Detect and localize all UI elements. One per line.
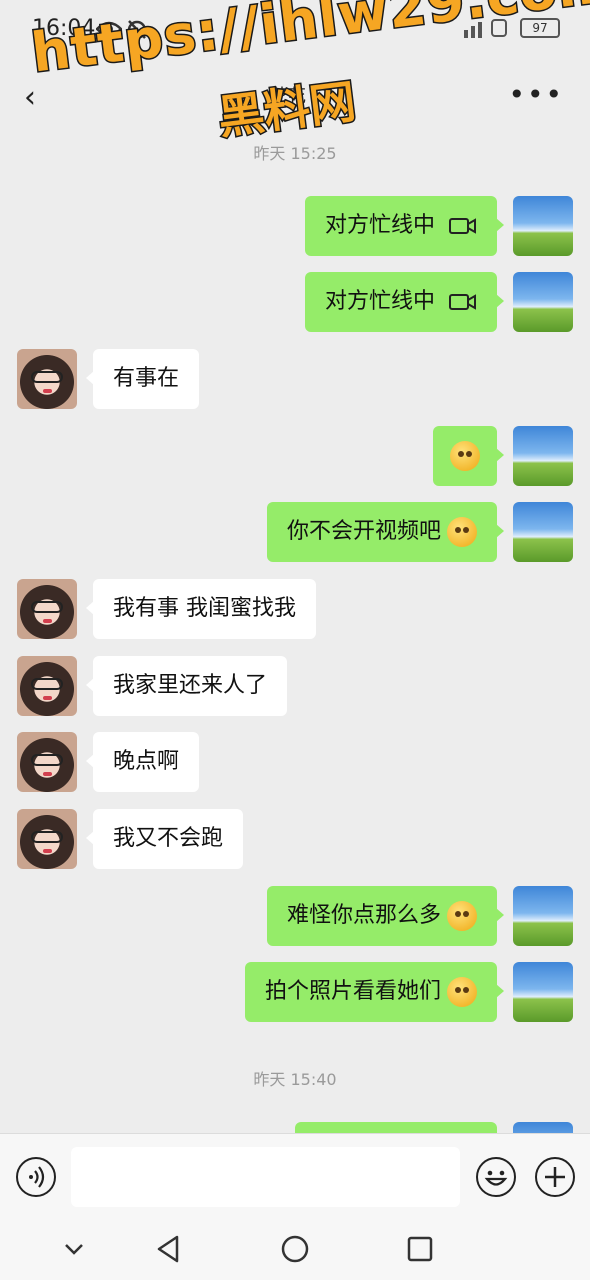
message-text: 拍个照片看看她们 (264, 979, 441, 1004)
message-bubble[interactable] (295, 1122, 497, 1133)
message-incoming: 有事在 (0, 349, 590, 409)
avatar[interactable] (17, 349, 77, 409)
timestamp: 昨天 15:25 (253, 144, 337, 163)
nav-home-icon[interactable] (279, 1233, 311, 1265)
message-incoming: 我有事 我闺蜜找我 (0, 579, 590, 639)
message-text: 对方忙线中 (324, 213, 435, 238)
message-bubble[interactable]: 我又不会跑 (85, 809, 244, 869)
message-bubble[interactable]: 对方忙线中 (304, 272, 505, 332)
message-outgoing: 难怪你点那么多 (0, 886, 590, 946)
message-outgoing: 拍个照片看看她们 (0, 962, 590, 1022)
message-text: 你不会开视频吧 (286, 519, 441, 544)
timestamp: 昨天 15:40 (253, 1070, 337, 1089)
message-bubble[interactable]: 对方忙线中 (304, 196, 505, 256)
message-text: 对方忙线中 (324, 289, 435, 314)
message-text: 我有事 我闺蜜找我 (113, 596, 296, 621)
emoji-icon (447, 977, 477, 1007)
avatar[interactable] (17, 732, 77, 792)
nav-recents-icon[interactable] (404, 1233, 436, 1265)
avatar[interactable] (17, 656, 77, 716)
avatar[interactable] (513, 1122, 573, 1133)
more-dots-icon[interactable]: ••• (508, 78, 564, 111)
message-outgoing-partial (0, 1122, 590, 1133)
message-bubble[interactable]: 拍个照片看看她们 (244, 962, 505, 1022)
message-outgoing (0, 426, 590, 486)
chevron-left-icon[interactable]: ‹ (24, 80, 36, 115)
message-incoming: 我又不会跑 (0, 809, 590, 869)
avatar[interactable] (513, 886, 573, 946)
message-text: 我又不会跑 (113, 826, 224, 851)
message-incoming: 晚点啊 (0, 732, 590, 792)
message-bubble[interactable] (433, 426, 504, 486)
message-bubble[interactable]: 晚点啊 (85, 732, 200, 792)
input-bar (0, 1133, 590, 1219)
message-outgoing: 你不会开视频吧 (0, 502, 590, 562)
message-bubble[interactable]: 我有事 我闺蜜找我 (86, 579, 316, 639)
message-outgoing: 对方忙线中 (0, 272, 590, 332)
emoji-icon (447, 901, 477, 931)
message-bubble[interactable]: 你不会开视频吧 (266, 502, 505, 562)
message-incoming: 我家里还来人了 (0, 656, 590, 716)
avatar[interactable] (513, 196, 573, 256)
avatar[interactable] (17, 579, 77, 639)
message-bubble[interactable]: 难怪你点那么多 (266, 886, 505, 946)
message-text: 有事在 (113, 366, 180, 391)
message-text: 我家里还来人了 (113, 673, 268, 698)
video-call-icon (449, 294, 476, 310)
message-outgoing: 对方忙线中 (0, 196, 590, 256)
nav-back-icon[interactable] (153, 1233, 185, 1265)
smiley-icon[interactable] (476, 1157, 516, 1197)
avatar[interactable] (513, 962, 573, 1022)
plus-icon[interactable] (535, 1157, 575, 1197)
avatar[interactable] (513, 502, 573, 562)
avatar[interactable] (513, 426, 573, 486)
emoji-icon (447, 517, 477, 547)
chevron-down-icon[interactable] (58, 1233, 90, 1265)
avatar[interactable] (513, 272, 573, 332)
voice-icon[interactable] (16, 1157, 56, 1197)
message-text: 晚点啊 (113, 749, 180, 774)
message-text: 难怪你点那么多 (286, 903, 441, 928)
message-input[interactable] (71, 1147, 460, 1207)
avatar[interactable] (17, 809, 77, 869)
system-nav-bar (0, 1219, 590, 1280)
message-bubble[interactable]: 有事在 (85, 349, 200, 409)
video-call-icon (449, 218, 476, 234)
message-bubble[interactable]: 我家里还来人了 (85, 656, 288, 716)
emoji-icon (450, 441, 480, 471)
